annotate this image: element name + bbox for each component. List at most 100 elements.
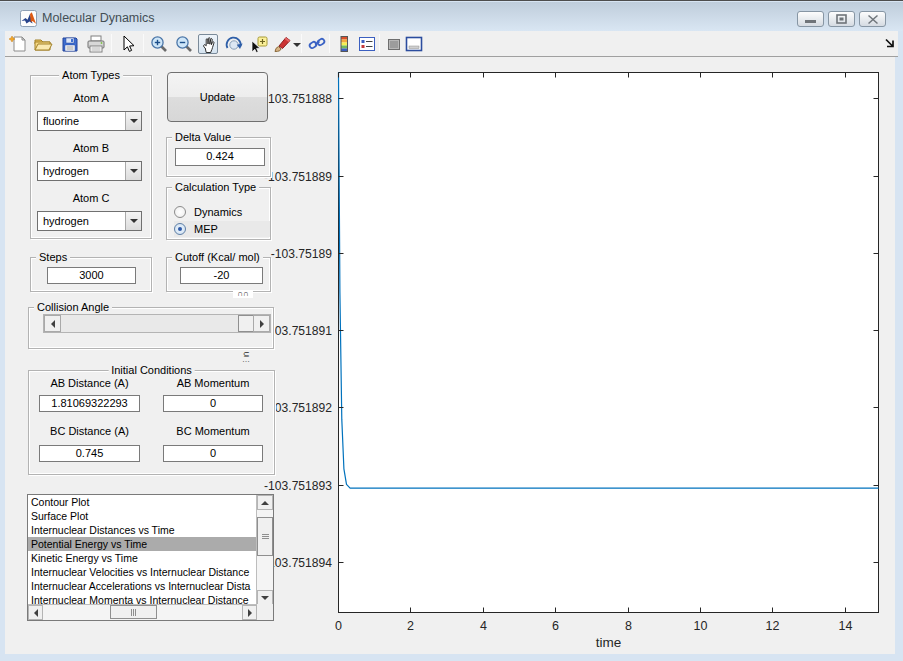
bc-distance-label: BC Distance (A): [39, 425, 140, 437]
svg-text:-103.751889: -103.751889: [264, 170, 332, 184]
insert-colorbar-button[interactable]: [334, 34, 354, 54]
svg-text:-103.751888: -103.751888: [264, 92, 332, 106]
dropdown-arrow-icon: [293, 43, 301, 47]
listbox-vertical-scrollbar[interactable]: [256, 495, 273, 605]
atom-b-dropdown[interactable]: hydrogen: [37, 161, 142, 181]
listbox-scroll-right-button[interactable]: [242, 605, 257, 620]
cutoff-field[interactable]: -20: [180, 267, 263, 284]
show-plot-tools-icon: [404, 34, 424, 54]
zoom-in-button[interactable]: [149, 34, 169, 54]
bc-distance-field[interactable]: 0.745: [39, 445, 140, 462]
radio-dynamics-label: Dynamics: [194, 206, 242, 218]
ab-distance-label: AB Distance (A): [39, 377, 140, 389]
radio-mep-circle-icon: [174, 223, 186, 235]
steps-field[interactable]: 3000: [47, 267, 136, 284]
open-file-icon: [33, 34, 53, 54]
toolbar: [5, 31, 898, 57]
listbox-item[interactable]: Kinetic Energy vs Time: [28, 551, 256, 565]
window-title: Molecular Dynamics: [42, 11, 155, 25]
listbox-item[interactable]: Internuclear Accelerations vs Internucle…: [28, 579, 256, 593]
brush-button[interactable]: [272, 34, 292, 54]
atom-b-value: hydrogen: [43, 165, 89, 177]
update-button[interactable]: Update: [167, 72, 268, 122]
close-icon: [868, 15, 878, 24]
svg-text:10: 10: [694, 619, 708, 633]
svg-text:-103.751894: -103.751894: [264, 556, 332, 570]
bc-momentum-field[interactable]: 0: [163, 445, 263, 462]
atom-c-dropdown[interactable]: hydrogen: [37, 211, 142, 231]
slider-thumb[interactable]: [238, 315, 254, 332]
radio-mep[interactable]: MEP: [174, 221, 270, 237]
atom-a-dropdown-arrow[interactable]: [125, 112, 141, 130]
radio-dynamics[interactable]: Dynamics: [174, 204, 270, 220]
listbox-vscroll-thumb[interactable]: [257, 517, 273, 556]
ab-distance-field[interactable]: 1.81069322293: [39, 395, 140, 412]
hide-plot-tools-button[interactable]: [384, 34, 404, 54]
listbox-item[interactable]: Potential Energy vs Time: [28, 537, 256, 551]
print-figure-button[interactable]: [86, 34, 106, 54]
listbox-hscroll-thumb[interactable]: [110, 605, 157, 619]
zoom-out-button[interactable]: [174, 34, 194, 54]
figure-area: 02468101214-103.751888-103.751889-103.75…: [5, 57, 895, 654]
svg-text:-103.751893: -103.751893: [264, 479, 332, 493]
clipped-text-fragment-2: ⊆…: [236, 352, 256, 362]
steps-title: Steps: [36, 251, 70, 264]
save-figure-button[interactable]: [60, 34, 80, 54]
ab-momentum-field[interactable]: 0: [163, 395, 263, 412]
listbox-scrollbar-corner: [256, 604, 273, 620]
print-figure-icon: [86, 34, 106, 54]
plot-type-listbox[interactable]: Contour PlotSurface PlotInternuclear Dis…: [27, 494, 274, 621]
atom-b-dropdown-arrow[interactable]: [125, 162, 141, 180]
collision-angle-slider[interactable]: [43, 314, 271, 333]
svg-text:-103.75189: -103.75189: [271, 247, 332, 261]
initial-conditions-title: Initial Conditions: [108, 364, 195, 377]
atom-a-label: Atom A: [30, 92, 152, 104]
data-cursor-button[interactable]: [249, 34, 269, 54]
show-plot-tools-button[interactable]: [404, 34, 424, 54]
svg-text:0: 0: [335, 619, 342, 633]
listbox-item[interactable]: Surface Plot: [28, 509, 256, 523]
svg-text:4: 4: [480, 619, 487, 633]
listbox-item[interactable]: Internuclear Velocities vs Internuclear …: [28, 565, 256, 579]
atom-c-dropdown-arrow[interactable]: [125, 212, 141, 230]
radio-mep-label: MEP: [194, 223, 218, 235]
restore-button[interactable]: [828, 11, 855, 27]
listbox-scroll-up-button[interactable]: [257, 495, 273, 510]
hide-plot-tools-icon: [384, 34, 404, 54]
svg-text:8: 8: [625, 619, 632, 633]
minimize-button[interactable]: [797, 11, 824, 27]
ab-momentum-label: AB Momentum: [163, 377, 263, 389]
atom-a-dropdown[interactable]: fluorine: [37, 111, 142, 131]
new-figure-icon: [8, 34, 28, 54]
atom-c-label: Atom C: [30, 192, 152, 204]
delta-value-title: Delta Value: [172, 131, 234, 144]
atom-b-label: Atom B: [30, 142, 152, 154]
slider-left-arrow[interactable]: [44, 315, 61, 332]
delta-value-field[interactable]: 0.424: [175, 148, 265, 166]
toolbar-overflow-chevron[interactable]: [883, 35, 903, 55]
slider-right-arrow[interactable]: [253, 315, 270, 332]
link-plots-icon: [307, 34, 327, 54]
pointer-icon: [117, 34, 137, 54]
colorbar-icon: [334, 34, 354, 54]
pointer-tool-button[interactable]: [117, 34, 137, 54]
minimize-icon: [805, 20, 816, 23]
listbox-item[interactable]: Internuclear Distances vs Time: [28, 523, 256, 537]
open-file-button[interactable]: [33, 34, 53, 54]
new-figure-button[interactable]: [8, 34, 28, 54]
listbox-scroll-left-button[interactable]: [28, 605, 43, 620]
pan-button[interactable]: [198, 34, 218, 54]
insert-legend-button[interactable]: [357, 34, 377, 54]
listbox-items: Contour PlotSurface PlotInternuclear Dis…: [28, 495, 256, 606]
link-plots-button[interactable]: [307, 34, 327, 54]
radio-dynamics-circle-icon: [174, 206, 186, 218]
svg-text:6: 6: [552, 619, 559, 633]
listbox-item[interactable]: Contour Plot: [28, 495, 256, 509]
rotate-3d-button[interactable]: [224, 34, 244, 54]
window: Molecular Dynamics: [0, 0, 903, 661]
calculation-type-title: Calculation Type: [172, 181, 259, 194]
listbox-scroll-down-button[interactable]: [257, 590, 273, 605]
matlab-icon: [20, 10, 37, 27]
close-button[interactable]: [859, 11, 886, 27]
listbox-horizontal-scrollbar[interactable]: [28, 604, 257, 620]
